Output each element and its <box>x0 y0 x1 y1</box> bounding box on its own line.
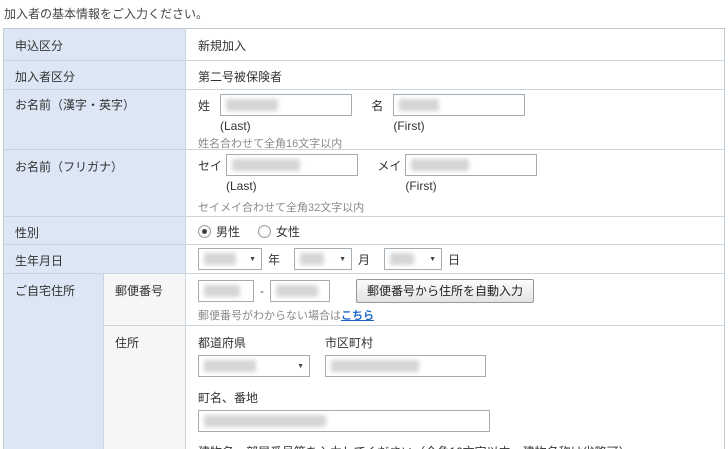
row-name-kana: お名前（フリガナ） セイ (Last) メイ (First) セイメイ合わせて全… <box>4 150 724 217</box>
row-label-name-kana: お名前（フリガナ） <box>4 150 186 216</box>
first-name-kana-label: メイ <box>377 158 402 173</box>
building-note: 建物名、部屋番号等を入力してください（全角16文字以内・建物名称は省略可） <box>198 443 724 449</box>
subrow-label-address: 住所 <box>104 326 186 449</box>
first-name-input[interactable] <box>393 94 526 116</box>
name-kanji-content: 姓 (Last) 名 (First) 姓名合わせて全角16文字以内 <box>186 90 724 150</box>
birth-month-select[interactable]: ▼ <box>294 248 353 270</box>
name-kanji-note: 姓名合わせて全角16文字以内 <box>198 138 343 150</box>
subrow-address: 住所 都道府県 ▼ 市区町村 町名、番地 建物名、部屋番号 <box>104 326 724 449</box>
birthdate-content: ▼ 年 ▼ 月 ▼ 日 <box>186 245 724 273</box>
dropdown-arrow-icon: ▼ <box>249 255 256 263</box>
redacted-value <box>226 99 278 111</box>
birth-year-select[interactable]: ▼ <box>198 248 262 270</box>
last-name-label: 姓 <box>198 98 211 113</box>
last-name-group: 姓 (Last) <box>198 94 352 133</box>
prefecture-select[interactable]: ▼ <box>198 355 310 377</box>
last-name-kana-group: セイ (Last) <box>198 154 358 193</box>
prefecture-group: 都道府県 ▼ <box>198 334 310 377</box>
postal-auto-fill-button[interactable]: 郵便番号から住所を自動入力 <box>356 279 535 303</box>
gender-radio-female[interactable] <box>258 225 272 238</box>
first-name-kana-caption: (First) <box>405 179 437 193</box>
dropdown-arrow-icon: ▼ <box>297 362 304 370</box>
month-suffix: 月 <box>358 252 371 267</box>
last-name-kana-label: セイ <box>198 158 223 173</box>
town-input[interactable] <box>198 410 490 432</box>
redacted-value <box>300 253 325 265</box>
row-member-type: 加入者区分 第二号被保険者 <box>4 61 724 90</box>
birth-day-select[interactable]: ▼ <box>384 248 443 270</box>
gender-female-label: 女性 <box>276 225 301 239</box>
postal-help-link[interactable]: こちら <box>341 310 374 322</box>
row-label-application-type: 申込区分 <box>4 29 186 60</box>
postal-code-input-2[interactable] <box>270 280 330 302</box>
row-label-birthdate: 生年月日 <box>4 245 186 273</box>
redacted-value <box>390 253 415 265</box>
prefecture-label: 都道府県 <box>198 336 247 350</box>
first-name-caption: (First) <box>393 119 425 133</box>
postal-help-note: 郵便番号がわからない場合はこちら <box>198 307 724 323</box>
redacted-value <box>204 253 236 265</box>
subrow-label-postal-code: 郵便番号 <box>104 274 186 325</box>
redacted-value <box>204 360 256 372</box>
redacted-value <box>331 360 419 372</box>
redacted-value <box>232 159 300 171</box>
city-group: 市区町村 <box>325 334 486 377</box>
day-suffix: 日 <box>448 252 461 267</box>
first-name-group: 名 (First) <box>371 94 526 133</box>
subrow-postal-code: 郵便番号 - 郵便番号から住所を自動入力 郵便番号がわからない場合はこちら <box>104 274 724 326</box>
row-label-gender: 性別 <box>4 217 186 244</box>
last-name-kana-caption: (Last) <box>226 179 257 193</box>
redacted-value <box>411 159 470 171</box>
row-label-name-kanji: お名前（漢字・英字） <box>4 90 186 149</box>
first-name-kana-input[interactable] <box>405 154 538 176</box>
home-address-subrows: 郵便番号 - 郵便番号から住所を自動入力 郵便番号がわからない場合はこちら 住所 <box>104 274 724 449</box>
city-label: 市区町村 <box>325 336 374 350</box>
row-label-member-type: 加入者区分 <box>4 61 186 89</box>
page-title: 加入者の基本情報をご入力ください。 <box>4 7 209 21</box>
application-type-value: 新規加入 <box>186 29 724 60</box>
gender-radio-male[interactable] <box>198 225 211 238</box>
name-kana-content: セイ (Last) メイ (First) セイメイ合わせて全角32文字以内 <box>186 150 724 216</box>
postal-code-input-1[interactable] <box>198 280 254 302</box>
postal-separator: - <box>260 284 264 298</box>
row-application-type: 申込区分 新規加入 <box>4 29 724 61</box>
redacted-value <box>204 285 240 297</box>
city-input[interactable] <box>325 355 486 377</box>
last-name-kana-input[interactable] <box>226 154 358 176</box>
address-content: 都道府県 ▼ 市区町村 町名、番地 建物名、部屋番号等を入力してください（全角1… <box>186 326 724 449</box>
row-home-address: ご自宅住所 郵便番号 - 郵便番号から住所を自動入力 郵便番号がわからない場合はこ… <box>4 274 724 449</box>
gender-content: 男性 女性 <box>186 217 724 244</box>
postal-help-text: 郵便番号がわからない場合は <box>198 310 341 322</box>
last-name-input[interactable] <box>220 94 352 116</box>
town-label: 町名、番地 <box>198 391 259 405</box>
member-info-form-table: 申込区分 新規加入 加入者区分 第二号被保険者 お名前（漢字・英字） 姓 (La… <box>3 28 725 449</box>
year-suffix: 年 <box>268 252 281 267</box>
first-name-label: 名 <box>371 98 384 113</box>
postal-code-content: - 郵便番号から住所を自動入力 郵便番号がわからない場合はこちら <box>186 274 724 325</box>
redacted-value <box>204 415 326 427</box>
dropdown-arrow-icon: ▼ <box>429 255 437 263</box>
row-name-kanji: お名前（漢字・英字） 姓 (Last) 名 (First) 姓名合わせて全角16… <box>4 90 724 150</box>
last-name-caption: (Last) <box>220 119 251 133</box>
redacted-value <box>399 99 440 111</box>
gender-male-label: 男性 <box>216 225 241 239</box>
row-label-home-address: ご自宅住所 <box>4 274 104 449</box>
row-birthdate: 生年月日 ▼ 年 ▼ 月 ▼ 日 <box>4 245 724 274</box>
member-type-value: 第二号被保険者 <box>186 61 724 89</box>
dropdown-arrow-icon: ▼ <box>339 255 347 263</box>
name-kana-note: セイメイ合わせて全角32文字以内 <box>198 202 365 214</box>
first-name-kana-group: メイ (First) <box>377 154 538 193</box>
redacted-value <box>276 285 318 297</box>
row-gender: 性別 男性 女性 <box>4 217 724 245</box>
